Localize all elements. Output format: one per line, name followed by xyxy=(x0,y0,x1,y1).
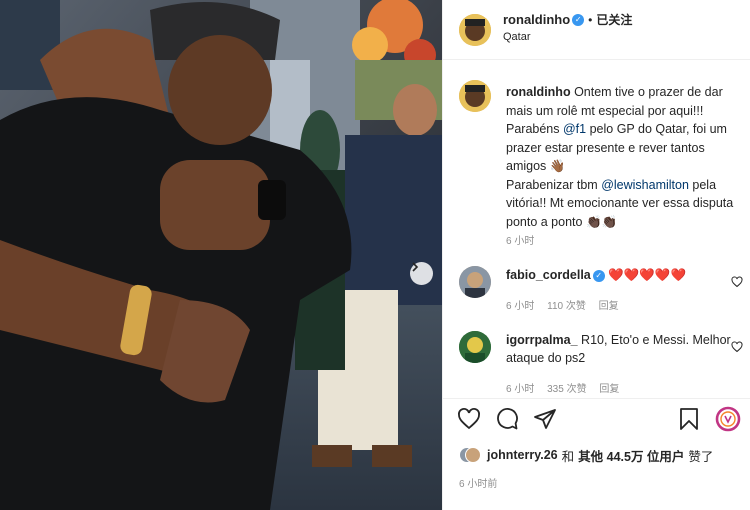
comment-text: igorrpalma_ R10, Eto'o e Messi. Melhor a… xyxy=(506,331,732,367)
caption-segment: 👋🏾 xyxy=(549,159,566,173)
likers-avatar-stack xyxy=(459,445,481,465)
likes-others[interactable]: 其他 44.5万 位用户 xyxy=(578,446,684,465)
caption-username[interactable]: ronaldinho xyxy=(506,85,571,99)
comment-meta: 6 小时 335 次赞 回复 xyxy=(506,380,629,395)
separator-dot: • xyxy=(588,12,593,27)
caption-time: 6 小时 xyxy=(506,236,535,247)
comment-like-icon[interactable] xyxy=(731,340,743,353)
comment-body: ❤️❤️❤️❤️❤️ xyxy=(608,268,687,282)
post-photo xyxy=(0,0,442,510)
post-media[interactable] xyxy=(0,0,442,510)
comment-username[interactable]: fabio_cordella xyxy=(506,268,591,282)
caption-mention-link[interactable]: @lewishamilton xyxy=(601,178,689,192)
collab-icon[interactable] xyxy=(715,406,741,432)
post-header: ronaldinho ✓ • 已关注 Qatar xyxy=(443,0,750,60)
comment-meta: 6 小时 110 次赞 回复 xyxy=(506,297,629,312)
reply-button[interactable]: 回复 xyxy=(599,384,619,395)
comments-section: ronaldinho Ontem tive o prazer de dar ma… xyxy=(443,60,750,398)
comment-icon[interactable] xyxy=(495,407,521,433)
caption-segment: Parabenizar tbm xyxy=(506,177,598,192)
comment-username[interactable]: igorrpalma_ xyxy=(506,333,578,347)
post-actions: johnterry.26 和 其他 44.5万 位用户 赞了 6 小时前 xyxy=(443,398,750,498)
likes-and: 和 xyxy=(561,449,575,464)
author-avatar[interactable] xyxy=(459,14,491,46)
comment-text: fabio_cordella ✓ ❤️❤️❤️❤️❤️ xyxy=(506,266,732,284)
verified-icon: ✓ xyxy=(572,13,585,26)
share-icon[interactable] xyxy=(533,407,559,433)
post-side-panel: ronaldinho ✓ • 已关注 Qatar ronaldinho Onte… xyxy=(442,0,750,510)
caption-segment: 👏🏿👏🏿 xyxy=(585,214,618,229)
comment-time: 6 小时 xyxy=(506,384,535,395)
caption-text: ronaldinho Ontem tive o prazer de dar ma… xyxy=(506,83,742,231)
comment-likes[interactable]: 335 次赞 xyxy=(547,384,586,395)
reply-button[interactable]: 回复 xyxy=(599,301,619,312)
caption-mention-link[interactable]: @f1 xyxy=(563,122,586,136)
comment-avatar[interactable] xyxy=(459,331,491,363)
carousel-next-button[interactable] xyxy=(410,262,433,285)
comment-time: 6 小时 xyxy=(506,301,535,312)
caption-avatar[interactable] xyxy=(459,80,491,112)
post-timestamp: 6 小时前 xyxy=(459,479,498,490)
author-username[interactable]: ronaldinho xyxy=(503,12,570,27)
heart-icon[interactable] xyxy=(457,407,483,433)
likes-summary: johnterry.26 和 其他 44.5万 位用户 赞了 xyxy=(459,445,713,465)
comment-avatar[interactable] xyxy=(459,266,491,298)
caption-body: Ontem tive o prazer de dar mais um rolê … xyxy=(506,85,737,229)
follow-button[interactable]: 已关注 xyxy=(596,11,632,28)
comment-like-icon[interactable] xyxy=(731,275,743,288)
bookmark-icon[interactable] xyxy=(677,407,703,433)
likes-liked: 赞了 xyxy=(688,449,714,464)
verified-icon: ✓ xyxy=(592,269,605,282)
liker-username[interactable]: johnterry.26 xyxy=(487,448,558,462)
location-link[interactable]: Qatar xyxy=(503,31,531,43)
comment-likes[interactable]: 110 次赞 xyxy=(547,301,586,312)
